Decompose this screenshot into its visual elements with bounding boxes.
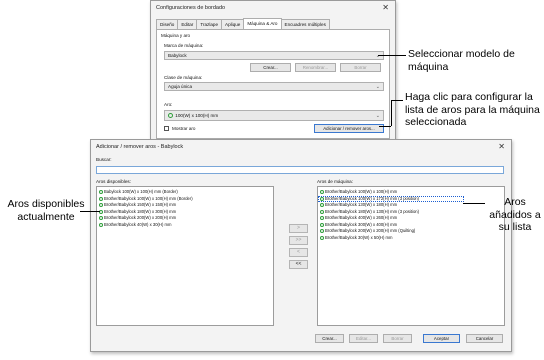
chevron-down-icon: ⌄ [375, 84, 380, 90]
add-remove-hoops-dialog: Adicionar / remover aros - Babylock ✕ Bu… [90, 139, 512, 352]
close-icon[interactable]: ✕ [498, 143, 505, 151]
callout-select-model: Seleccionar modelo de máquina [408, 48, 515, 73]
hoop-icon [99, 190, 103, 194]
hoop-icon [320, 209, 324, 214]
list-item[interactable]: Brother/Babylock 40(W) x 30(H) mm [97, 222, 273, 229]
cancel-button[interactable]: Cancelar [466, 334, 503, 343]
machine-hoops-label: Aros de máquina: [317, 179, 354, 184]
hoop-icon [99, 216, 103, 220]
hoop-icon [99, 222, 103, 227]
create-machine-button[interactable]: Crear... [250, 63, 291, 72]
close-icon[interactable]: ✕ [382, 4, 389, 12]
rename-machine-button[interactable]: Renombrar... [295, 63, 336, 72]
hoop-label: Aro: [164, 102, 173, 107]
tab-machine-hoop[interactable]: Máquina & Aro [243, 18, 282, 29]
callout-line-configure-vert [391, 100, 392, 126]
callout-configure: Haga clic para configurar la lista de ar… [405, 91, 540, 128]
remove-all-button[interactable]: << [289, 260, 308, 269]
add-one-button[interactable]: > [289, 224, 308, 233]
machine-hoops-list[interactable]: Brother/Babylock 100(W) x 100(H) mm Brot… [317, 186, 505, 326]
callout-line-select-model [378, 55, 406, 56]
remove-one-button[interactable]: < [289, 248, 308, 257]
delete-machine-button[interactable]: Borrar [340, 63, 381, 72]
hoop-icon [320, 190, 324, 194]
hoop-value: 100(W) x 100(H) mm [175, 113, 219, 118]
callout-line-available [80, 211, 100, 212]
hoop-icon [99, 203, 103, 207]
show-hoop-label: Mostrar aro [172, 126, 196, 131]
chevron-down-icon: ⌄ [375, 53, 380, 59]
hoop-icon [320, 196, 324, 201]
available-hoops-list[interactable]: Babylock 100(W) x 100(H) mm (Border) Bro… [96, 186, 274, 326]
available-hoops-label: Aros disponibles: [96, 179, 131, 184]
group-label: Máquina y aro [161, 33, 191, 38]
add-all-button[interactable]: >> [289, 236, 308, 245]
list-item[interactable]: Brother/Babylock 30(W) x 50(H) mm [318, 235, 504, 242]
machine-class-select[interactable]: Aguja única ⌄ [164, 82, 384, 91]
hoop-select[interactable]: 100(W) x 100(H) mm ⌄ [164, 110, 384, 121]
dialog-title: Configuraciones de bordado [156, 5, 226, 11]
search-label: Buscar: [96, 157, 112, 162]
machine-class-label: Clase de máquina: [164, 75, 203, 80]
embroidery-settings-dialog: Configuraciones de bordado ✕ Diseño Edit… [150, 0, 396, 141]
machine-brand-value: Babylock [168, 53, 187, 58]
chevron-down-icon: ⌄ [375, 113, 380, 119]
callout-line-configure [379, 126, 391, 127]
add-remove-hoops-button[interactable]: Adicionar / remover aros... [314, 124, 384, 133]
hoop-icon [320, 203, 324, 207]
machine-brand-label: Marca de máquina: [164, 43, 204, 48]
hoop-icon [168, 113, 173, 118]
callout-line-added [463, 203, 485, 204]
search-input[interactable] [96, 166, 504, 174]
hoop-icon [320, 216, 324, 220]
create-hoop-button[interactable]: Crear... [315, 334, 344, 343]
machine-hoop-panel: Máquina y aro Marca de máquina: Babylock… [156, 29, 390, 139]
callout-available-hoops: Aros disponibles actualmente [7, 198, 85, 223]
callout-line-configure-top [391, 100, 403, 101]
accept-button[interactable]: Aceptar [423, 334, 460, 343]
edit-hoop-button[interactable]: Editar... [349, 334, 378, 343]
hoop-icon [320, 235, 324, 240]
hoop-icon [320, 229, 324, 233]
hoop-icon [99, 196, 103, 201]
hoop-icon [320, 222, 324, 227]
show-hoop-checkbox[interactable] [164, 126, 169, 131]
callout-added-hoops: Aros añadidos a su lista [489, 196, 541, 233]
machine-class-value: Aguja única [168, 84, 193, 89]
machine-brand-select[interactable]: Babylock ⌄ [164, 51, 384, 60]
delete-hoop-button[interactable]: Borrar [383, 334, 412, 343]
dialog-title: Adicionar / remover aros - Babylock [96, 144, 184, 150]
